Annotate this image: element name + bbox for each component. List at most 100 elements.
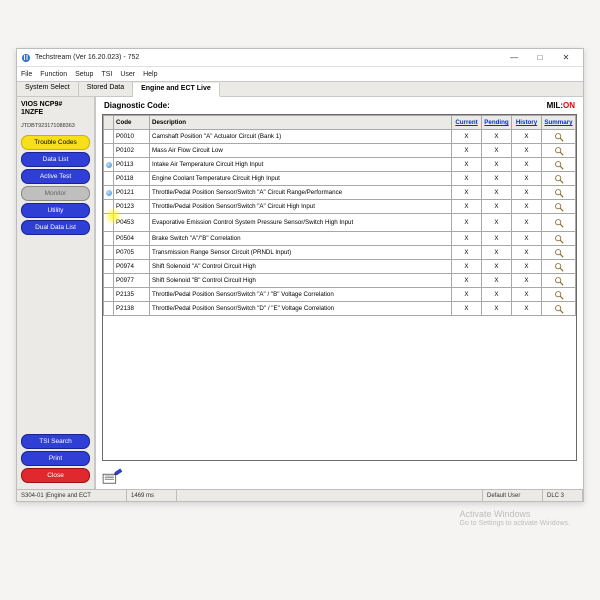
row-summary-button[interactable] xyxy=(542,172,576,186)
status-dlc: DLC 3 xyxy=(543,490,583,501)
row-desc: Throttle/Pedal Position Sensor/Switch "A… xyxy=(150,186,452,200)
col-history-header[interactable]: History xyxy=(512,116,542,130)
row-summary-button[interactable] xyxy=(542,288,576,302)
trouble-codes-button[interactable]: Trouble Codes xyxy=(21,135,90,150)
table-row[interactable]: P0113Intake Air Temperature Circuit High… xyxy=(104,158,576,172)
row-code: P0118 xyxy=(114,172,150,186)
status-latency: 1469 ms xyxy=(127,490,177,501)
print-button[interactable]: Print xyxy=(21,451,90,466)
col-current-header[interactable]: Current xyxy=(452,116,482,130)
table-row[interactable]: P0010Camshaft Position "A" Actuator Circ… xyxy=(104,130,576,144)
minimize-button[interactable]: — xyxy=(501,50,527,66)
table-row[interactable]: P0974Shift Solenoid "A" Control Circuit … xyxy=(104,260,576,274)
row-flag xyxy=(104,214,114,232)
row-current: X xyxy=(452,130,482,144)
row-current: X xyxy=(452,260,482,274)
row-flag xyxy=(104,186,114,200)
row-current: X xyxy=(452,200,482,214)
row-summary-button[interactable] xyxy=(542,200,576,214)
table-row[interactable]: P0121Throttle/Pedal Position Sensor/Swit… xyxy=(104,186,576,200)
table-row[interactable]: P0102Mass Air Flow Circuit LowXXX xyxy=(104,144,576,158)
row-desc: Shift Solenoid "A" Control Circuit High xyxy=(150,260,452,274)
row-summary-button[interactable] xyxy=(542,214,576,232)
col-pending-header[interactable]: Pending xyxy=(482,116,512,130)
monitor-button: Monitor xyxy=(21,186,90,201)
row-history: X xyxy=(512,158,542,172)
row-summary-button[interactable] xyxy=(542,232,576,246)
menu-user[interactable]: User xyxy=(120,71,135,78)
col-flag-header[interactable] xyxy=(104,116,114,130)
row-flag xyxy=(104,144,114,158)
row-flag xyxy=(104,288,114,302)
table-row[interactable]: P0118Engine Coolant Temperature Circuit … xyxy=(104,172,576,186)
row-desc: Engine Coolant Temperature Circuit High … xyxy=(150,172,452,186)
dual-data-list-button[interactable]: Dual Data List xyxy=(21,220,90,235)
menu-file[interactable]: File xyxy=(21,71,32,78)
row-code: P0113 xyxy=(114,158,150,172)
row-code: P0453 xyxy=(114,214,150,232)
menu-function[interactable]: Function xyxy=(40,71,67,78)
menu-help[interactable]: Help xyxy=(143,71,157,78)
col-code-header[interactable]: Code xyxy=(114,116,150,130)
row-history: X xyxy=(512,172,542,186)
row-summary-button[interactable] xyxy=(542,186,576,200)
maximize-button[interactable]: □ xyxy=(527,50,553,66)
row-summary-button[interactable] xyxy=(542,260,576,274)
active-test-button[interactable]: Active Test xyxy=(21,169,90,184)
table-row[interactable]: P0977Shift Solenoid "B" Control Circuit … xyxy=(104,274,576,288)
table-row[interactable]: P0504Brake Switch "A"/"B" CorrelationXXX xyxy=(104,232,576,246)
tab-stored-data[interactable]: Stored Data xyxy=(79,82,133,96)
row-current: X xyxy=(452,274,482,288)
row-code: P0504 xyxy=(114,232,150,246)
col-desc-header[interactable]: Description xyxy=(150,116,452,130)
freeze-frame-icon xyxy=(106,162,112,168)
tabstrip: System SelectStored DataEngine and ECT L… xyxy=(17,81,583,97)
row-current: X xyxy=(452,214,482,232)
row-flag xyxy=(104,302,114,316)
freeze-frame-icon xyxy=(106,190,112,196)
row-summary-button[interactable] xyxy=(542,246,576,260)
menu-tsi[interactable]: TSI xyxy=(101,71,112,78)
table-row[interactable]: P2135Throttle/Pedal Position Sensor/Swit… xyxy=(104,288,576,302)
row-flag xyxy=(104,200,114,214)
row-current: X xyxy=(452,288,482,302)
col-summary-header[interactable]: Summary xyxy=(542,116,576,130)
tab-system-select[interactable]: System Select xyxy=(17,82,79,96)
windows-watermark: Activate Windows Go to Settings to activ… xyxy=(460,509,571,528)
row-desc: Brake Switch "A"/"B" Correlation xyxy=(150,232,452,246)
utility-button[interactable]: Utility xyxy=(21,203,90,218)
row-summary-button[interactable] xyxy=(542,302,576,316)
row-pending: X xyxy=(482,172,512,186)
row-desc: Throttle/Pedal Position Sensor/Switch "A… xyxy=(150,288,452,302)
row-desc: Throttle/Pedal Position Sensor/Switch "A… xyxy=(150,200,452,214)
row-history: X xyxy=(512,186,542,200)
menu-setup[interactable]: Setup xyxy=(75,71,93,78)
table-row[interactable]: P0453Evaporative Emission Control System… xyxy=(104,214,576,232)
row-code: P0123 xyxy=(114,200,150,214)
app-icon xyxy=(21,53,31,63)
table-row[interactable]: P0123Throttle/Pedal Position Sensor/Swit… xyxy=(104,200,576,214)
row-current: X xyxy=(452,144,482,158)
row-code: P2135 xyxy=(114,288,150,302)
clear-codes-icon[interactable] xyxy=(96,465,583,489)
row-summary-button[interactable] xyxy=(542,274,576,288)
row-current: X xyxy=(452,158,482,172)
table-row[interactable]: P2138Throttle/Pedal Position Sensor/Swit… xyxy=(104,302,576,316)
row-pending: X xyxy=(482,158,512,172)
table-row[interactable]: P0705Transmission Range Sensor Circuit (… xyxy=(104,246,576,260)
row-summary-button[interactable] xyxy=(542,158,576,172)
row-summary-button[interactable] xyxy=(542,144,576,158)
row-flag xyxy=(104,246,114,260)
row-pending: X xyxy=(482,130,512,144)
row-pending: X xyxy=(482,260,512,274)
row-desc: Evaporative Emission Control System Pres… xyxy=(150,214,452,232)
row-code: P0121 xyxy=(114,186,150,200)
tsi-search-button[interactable]: TSI Search xyxy=(21,434,90,449)
row-summary-button[interactable] xyxy=(542,130,576,144)
close-button[interactable]: Close xyxy=(21,468,90,483)
row-flag xyxy=(104,260,114,274)
diagnostic-code-heading: Diagnostic Code: xyxy=(104,101,170,110)
tab-engine-and-ect-live[interactable]: Engine and ECT Live xyxy=(133,83,220,97)
close-button[interactable]: ✕ xyxy=(553,50,579,66)
data-list-button[interactable]: Data List xyxy=(21,152,90,167)
